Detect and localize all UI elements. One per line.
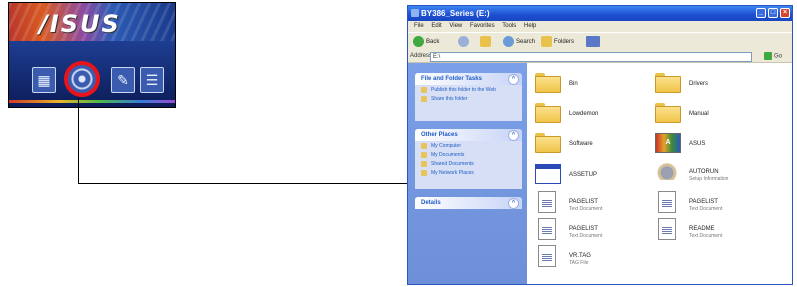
file-name: VR.TAG <box>569 253 591 259</box>
file-type: Setup Information <box>689 176 729 182</box>
address-label: Address <box>410 53 433 59</box>
folder-icon <box>655 103 681 123</box>
views-icon <box>586 36 600 47</box>
menu-edit[interactable]: Edit <box>431 23 441 29</box>
minimize-button[interactable]: _ <box>756 8 766 18</box>
back-button[interactable]: Back <box>413 36 439 48</box>
up-folder-button[interactable] <box>480 36 493 48</box>
other-places-title[interactable]: Other Places <box>415 129 522 141</box>
text-document-icon <box>658 191 676 213</box>
folder-icon <box>655 73 681 93</box>
views-button[interactable] <box>586 36 602 48</box>
menu-file[interactable]: File <box>414 23 424 29</box>
browse-cd-button[interactable] <box>64 61 100 97</box>
task-pane: File and Folder Tasks Publish this folde… <box>408 63 527 284</box>
folder-icon <box>535 103 561 123</box>
file-name: ASSETUP <box>569 172 598 178</box>
maximize-button[interactable]: □ <box>768 8 778 18</box>
place-my-documents[interactable]: My Documents <box>415 150 522 159</box>
close-button[interactable]: × <box>780 8 790 18</box>
forward-arrow-icon <box>458 36 469 47</box>
file-name: Manual <box>689 111 709 117</box>
file-list: Bin Drivers Lowdemon Manual Software A A… <box>527 63 792 284</box>
folder-icon <box>535 133 561 153</box>
file-name: Bin <box>569 81 578 87</box>
folders-icon <box>541 36 552 47</box>
file-name: Drivers <box>689 81 708 87</box>
file-name: PAGELIST <box>689 199 718 205</box>
menu-tools[interactable]: Tools <box>502 23 516 29</box>
details-panel: Details <box>415 197 522 209</box>
file-name: PAGELIST <box>569 226 598 232</box>
task-share-folder[interactable]: Share this folder <box>415 94 522 103</box>
file-type: Text Document <box>689 233 723 239</box>
file-name: AUTORUN <box>689 169 719 175</box>
details-title[interactable]: Details <box>415 197 522 209</box>
window-titlebar: BY386_Series (E:) _ □ × <box>408 6 792 21</box>
file-type: Text Document <box>689 206 723 212</box>
file-type: TAG File <box>569 260 589 266</box>
file-name: Lowdemon <box>569 111 599 117</box>
back-arrow-icon <box>413 36 424 47</box>
utilities-wrench-icon[interactable]: ✎ <box>111 67 135 93</box>
folders-button[interactable]: Folders <box>541 36 574 48</box>
file-folder-tasks-title[interactable]: File and Folder Tasks <box>415 73 522 85</box>
task-publish-web[interactable]: Publish this folder to the Web <box>415 85 522 94</box>
menu-favorites[interactable]: Favorites <box>470 23 495 29</box>
asus-launcher-panel: /ISUS ▦ ✎ ☰ <box>8 2 176 108</box>
drivers-menu-icon[interactable]: ▦ <box>32 67 56 93</box>
file-name: PAGELIST <box>569 199 598 205</box>
launcher-color-stripe <box>9 100 175 103</box>
explorer-window: BY386_Series (E:) _ □ × File Edit View F… <box>407 5 793 285</box>
search-button[interactable]: Search <box>503 36 535 48</box>
go-button[interactable]: Go <box>764 52 788 61</box>
search-icon <box>503 36 514 47</box>
file-type: Text Document <box>569 206 603 212</box>
file-name: README <box>689 226 715 232</box>
setup-info-icon <box>656 162 678 180</box>
menu-help[interactable]: Help <box>524 23 536 29</box>
file-folder-tasks-panel: File and Folder Tasks Publish this folde… <box>415 73 522 121</box>
drive-icon <box>411 9 419 17</box>
text-document-icon <box>658 218 676 240</box>
address-input[interactable]: E:\ <box>430 52 752 62</box>
file-name: Software <box>569 141 593 147</box>
other-places-panel: Other Places My Computer My Documents Sh… <box>415 129 522 189</box>
place-network-places[interactable]: My Network Places <box>415 168 522 177</box>
toolbar: Back Search Folders <box>408 32 792 52</box>
image-file-icon: A <box>655 133 681 153</box>
file-name: ASUS <box>689 141 706 147</box>
up-folder-icon <box>480 36 491 47</box>
window-title: BY386_Series (E:) <box>421 9 490 18</box>
text-document-icon <box>538 245 556 267</box>
connector-line-horizontal <box>78 183 408 184</box>
forward-button[interactable] <box>458 36 471 48</box>
readme-document-icon[interactable]: ☰ <box>140 67 164 93</box>
menu-view[interactable]: View <box>449 23 462 29</box>
file-type: Text Document <box>569 233 603 239</box>
menu-bar: File Edit View Favorites Tools Help <box>408 21 792 32</box>
text-document-icon <box>538 218 556 240</box>
text-document-icon <box>538 191 556 213</box>
folder-icon <box>535 73 561 93</box>
asus-logo: /ISUS <box>39 10 121 38</box>
connector-line-vertical <box>78 98 79 183</box>
place-shared-documents[interactable]: Shared Documents <box>415 159 522 168</box>
place-my-computer[interactable]: My Computer <box>415 141 522 150</box>
address-bar: Address E:\ Go <box>408 51 792 63</box>
application-icon <box>535 164 561 184</box>
